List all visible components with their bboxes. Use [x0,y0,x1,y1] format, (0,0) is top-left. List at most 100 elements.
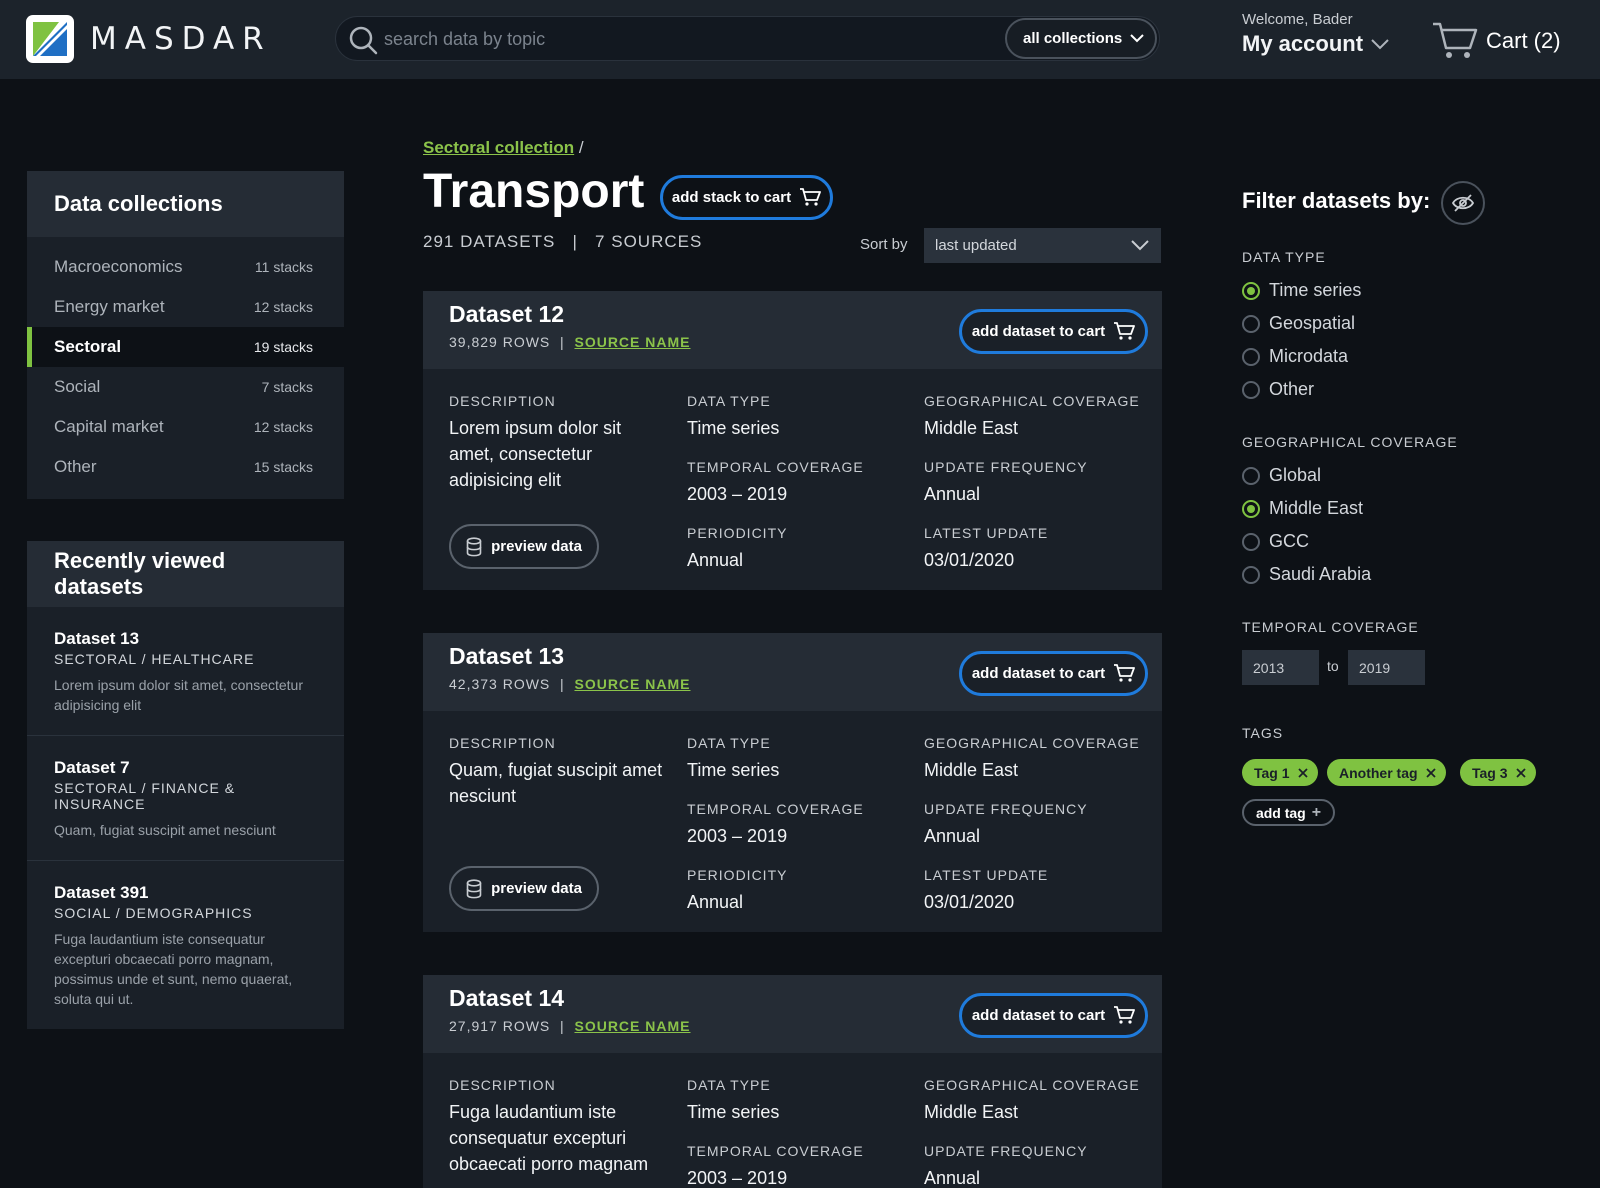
dataset-card: Dataset 13 42,373 ROWS | SOURCE NAME add… [423,633,1162,932]
collection-item-sectoral[interactable]: Sectoral 19 stacks [27,327,344,367]
temporal-coverage-field: TEMPORAL COVERAGE 2003 – 2019 [687,459,864,507]
field-label: TEMPORAL COVERAGE [687,459,864,475]
radio-label: GCC [1269,531,1309,551]
recent-dataset-title: Dataset 391 [54,883,149,902]
recent-dataset-title: Dataset 13 [54,629,140,648]
radio-label: Geospatial [1269,313,1356,333]
dataset-card-body: DESCRIPTION Quam, fugiat suscipit amet n… [423,711,1162,932]
collection-select[interactable]: all collections [1005,18,1157,59]
radio-time-series[interactable]: Time series [1242,280,1361,301]
chevron-down-icon [1371,38,1389,49]
data-type-field: DATA TYPE Time series [687,1077,779,1125]
field-label: LATEST UPDATE [924,867,1049,883]
hide-filters-button[interactable] [1441,181,1485,225]
data-type-field: DATA TYPE Time series [687,393,779,441]
add-dataset-to-cart-button[interactable]: add dataset to cart [959,651,1148,696]
field-value: Annual [687,892,744,912]
field-label: TEMPORAL COVERAGE [687,1143,864,1159]
year-from-input[interactable]: 2013 [1242,650,1319,685]
breadcrumb-link-sectoral[interactable]: Sectoral collection [423,138,574,157]
recent-dataset-item[interactable]: Dataset 391 SOCIAL / DEMOGRAPHICS Fuga l… [27,861,344,1029]
cart-icon [800,188,822,206]
dataset-card-body: DESCRIPTION Fuga laudantium iste consequ… [423,1053,1162,1188]
collection-label: Other [54,457,97,476]
source-name-link[interactable]: SOURCE NAME [574,1018,690,1034]
tag-chip[interactable]: Tag 3 [1460,759,1536,786]
close-icon[interactable] [1515,767,1526,778]
radio-middle-east[interactable]: Middle East [1242,498,1363,519]
chevron-down-icon [1131,240,1149,251]
dataset-card-header: Dataset 13 42,373 ROWS | SOURCE NAME add… [423,633,1162,711]
preview-label: preview data [491,538,582,555]
add-stack-to-cart-button[interactable]: add stack to cart [660,175,833,220]
field-value: 03/01/2020 [924,892,1015,912]
radio-geospatial[interactable]: Geospatial [1242,313,1355,334]
description-field: DESCRIPTION Quam, fugiat suscipit amet n… [449,735,664,809]
close-icon[interactable] [1425,767,1436,778]
radio-gcc[interactable]: GCC [1242,531,1309,552]
add-tag-label: add tag [1255,804,1306,821]
source-name-link[interactable]: SOURCE NAME [574,334,690,350]
preview-label: preview data [491,880,582,897]
field-label: DESCRIPTION [449,1077,556,1093]
recent-dataset-item[interactable]: Dataset 13 SECTORAL / HEALTHCARE Lorem i… [27,607,344,736]
top-bar: MASDAR all collections Welcome, Bader My… [0,0,1600,79]
radio-icon [1242,532,1260,551]
radio-label: Global [1269,465,1322,485]
year-to-input[interactable]: 2019 [1348,650,1425,685]
account-menu[interactable]: My account [1242,31,1389,57]
field-label: DESCRIPTION [449,735,556,751]
page-title: Transport [423,165,645,218]
preview-data-button[interactable]: preview data [449,866,599,911]
collection-item-capital-market[interactable]: Capital market 12 stacks [27,407,344,447]
update-frequency-field: UPDATE FREQUENCY Annual [924,1143,1088,1188]
tag-label: Tag 3 [1472,764,1508,781]
recently-viewed-title: Recently viewed datasets [27,541,344,607]
recent-dataset-item[interactable]: Dataset 7 SECTORAL / FINANCE & INSURANCE… [27,736,344,861]
field-value: Annual [924,826,981,846]
radio-other[interactable]: Other [1242,379,1314,400]
masdar-logo-icon [26,15,74,63]
filter-title: Filter datasets by: [1242,188,1431,213]
tag-chip[interactable]: Tag 1 [1242,759,1318,786]
add-tag-button[interactable]: add tag + [1242,799,1335,826]
cart-icon [1114,664,1136,682]
tag-label: Another tag [1339,764,1418,781]
logo[interactable]: MASDAR [26,15,272,63]
geo-coverage-field: GEOGRAPHICAL COVERAGE Middle East [924,1077,1140,1125]
add-dataset-to-cart-button[interactable]: add dataset to cart [959,309,1148,354]
source-name-link[interactable]: SOURCE NAME [574,676,690,692]
account-label: My account [1242,31,1364,56]
field-label: PERIODICITY [687,867,788,883]
recent-dataset-path: SECTORAL / FINANCE & INSURANCE [54,780,236,812]
collection-item-social[interactable]: Social 7 stacks [27,367,344,407]
field-value: Middle East [924,760,1019,780]
update-frequency-field: UPDATE FREQUENCY Annual [924,459,1088,507]
radio-icon [1242,466,1260,485]
search-input[interactable] [384,25,984,53]
radio-saudi-arabia[interactable]: Saudi Arabia [1242,564,1371,585]
radio-icon-selected [1242,499,1260,518]
sort-label: Sort by [860,236,908,253]
data-type-filter-label: DATA TYPE [1242,249,1326,265]
close-icon[interactable] [1297,767,1308,778]
latest-update-field: LATEST UPDATE 03/01/2020 [924,867,1048,915]
collection-item-energy-market[interactable]: Energy market 12 stacks [27,287,344,327]
description-field: DESCRIPTION Fuga laudantium iste consequ… [449,1077,664,1177]
collection-item-other[interactable]: Other 15 stacks [27,447,344,487]
search-icon[interactable] [348,25,378,55]
cart-button[interactable]: Cart (2) [1432,22,1561,60]
sort-select[interactable]: last updated [924,228,1161,263]
radio-global[interactable]: Global [1242,465,1321,486]
field-value: Time series [687,760,780,780]
tag-chip[interactable]: Another tag [1327,759,1446,786]
preview-data-button[interactable]: preview data [449,524,599,569]
recent-dataset-path: SECTORAL / HEALTHCARE [54,651,255,667]
divider: | [555,676,570,692]
dataset-source-count: 291 DATASETS | 7 SOURCES [423,232,703,251]
radio-microdata[interactable]: Microdata [1242,346,1348,367]
collection-item-macroeconomics[interactable]: Macroeconomics 11 stacks [27,247,344,287]
field-label: GEOGRAPHICAL COVERAGE [924,393,1140,409]
add-dataset-to-cart-button[interactable]: add dataset to cart [959,993,1148,1038]
field-value: Middle East [924,418,1019,438]
